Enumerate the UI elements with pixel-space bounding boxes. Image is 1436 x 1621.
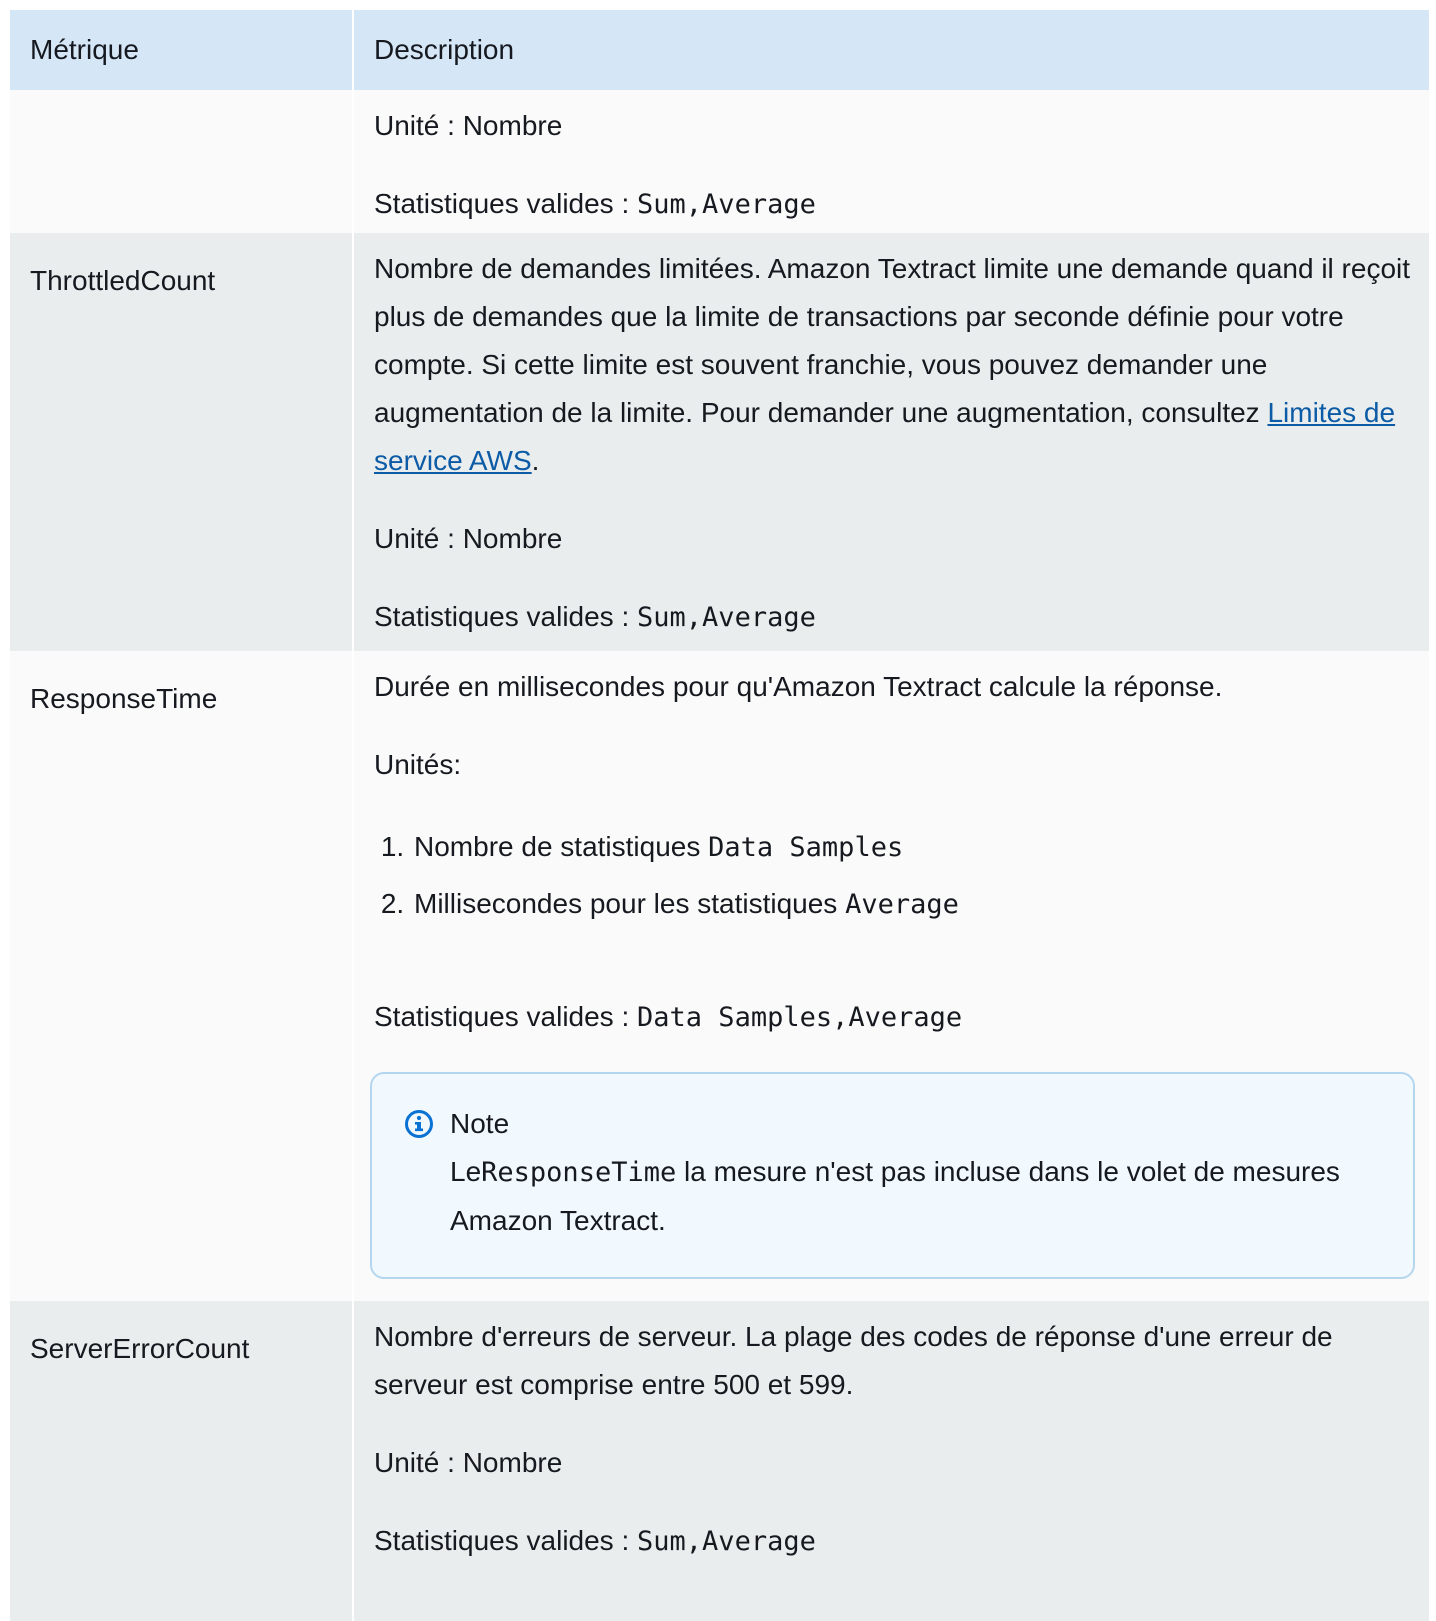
metrics-table-container: Métrique Description Unité : Nombre Stat… — [10, 10, 1429, 1621]
valid-statistics: Statistiques valides : Sum,Average — [374, 593, 1415, 642]
units-list: Nombre de statistiques Data Samples Mill… — [374, 819, 1415, 933]
statistics-code: Data Samples,Average — [637, 1002, 963, 1033]
metric-cell: ResponseTime — [10, 651, 353, 1301]
list-item-code: Average — [845, 889, 959, 920]
column-header-metric: Métrique — [10, 10, 353, 90]
table-row: ServerErrorCount Nombre d'erreurs de ser… — [10, 1301, 1429, 1621]
description-cell: Unité : Nombre Statistiques valides : Su… — [352, 90, 1429, 233]
valid-statistics-label: Statistiques valides : — [374, 188, 638, 219]
table-header-row: Métrique Description — [10, 10, 1429, 90]
description-cell: Durée en millisecondes pour qu'Amazon Te… — [352, 651, 1429, 1301]
valid-statistics-label: Statistiques valides : — [374, 601, 638, 632]
units-label: Unités: — [374, 749, 462, 780]
table-row: ResponseTime Durée en millisecondes pour… — [10, 651, 1429, 1301]
description-cell: Nombre d'erreurs de serveur. La plage de… — [352, 1301, 1429, 1621]
metric-cell — [10, 90, 353, 233]
metric-cell: ThrottledCount — [10, 233, 353, 651]
unit-text: Unité : Nombre — [374, 1447, 563, 1478]
valid-statistics-label: Statistiques valides : — [374, 1525, 638, 1556]
valid-statistics: Statistiques valides : Sum,Average — [374, 1517, 1415, 1566]
list-item: Millisecondes pour les statistiques Aver… — [412, 876, 1415, 933]
statistics-code: Sum,Average — [637, 602, 816, 633]
description-text: Durée en millisecondes pour qu'Amazon Te… — [374, 671, 1223, 702]
valid-statistics: Statistiques valides : Sum,Average — [374, 180, 1415, 229]
description-end: . — [531, 445, 540, 476]
note-header: Note — [404, 1100, 1373, 1148]
note-callout: Note LeResponseTime la mesure n'est pas … — [370, 1072, 1415, 1279]
list-item: Nombre de statistiques Data Samples — [412, 819, 1415, 876]
list-item-code: Data Samples — [708, 832, 904, 863]
description-body: Nombre de demandes limitées. Amazon Text… — [374, 253, 1411, 428]
description-text: Nombre de demandes limitées. Amazon Text… — [374, 245, 1415, 485]
table-row: Unité : Nombre Statistiques valides : Su… — [10, 90, 1429, 233]
note-code: ResponseTime — [481, 1157, 677, 1188]
column-header-description: Description — [352, 10, 1429, 90]
metrics-table: Métrique Description Unité : Nombre Stat… — [10, 10, 1429, 1621]
note-prefix: Le — [450, 1156, 482, 1187]
list-item-text: Nombre de statistiques — [414, 831, 709, 862]
valid-statistics-label: Statistiques valides : — [374, 1001, 638, 1032]
statistics-code: Sum,Average — [637, 189, 816, 220]
unit-text: Unité : Nombre — [374, 523, 563, 554]
statistics-code: Sum,Average — [637, 1526, 816, 1557]
table-row: ThrottledCount Nombre de demandes limité… — [10, 233, 1429, 651]
metric-cell: ServerErrorCount — [10, 1301, 353, 1621]
list-item-text: Millisecondes pour les statistiques — [414, 888, 846, 919]
info-icon — [405, 1110, 433, 1138]
unit-text: Unité : Nombre — [374, 110, 563, 141]
valid-statistics: Statistiques valides : Data Samples,Aver… — [374, 993, 1415, 1042]
note-title: Note — [450, 1108, 510, 1139]
description-cell: Nombre de demandes limitées. Amazon Text… — [352, 233, 1429, 651]
description-text: Nombre d'erreurs de serveur. La plage de… — [374, 1321, 1333, 1400]
note-body: LeResponseTime la mesure n'est pas inclu… — [404, 1148, 1373, 1245]
